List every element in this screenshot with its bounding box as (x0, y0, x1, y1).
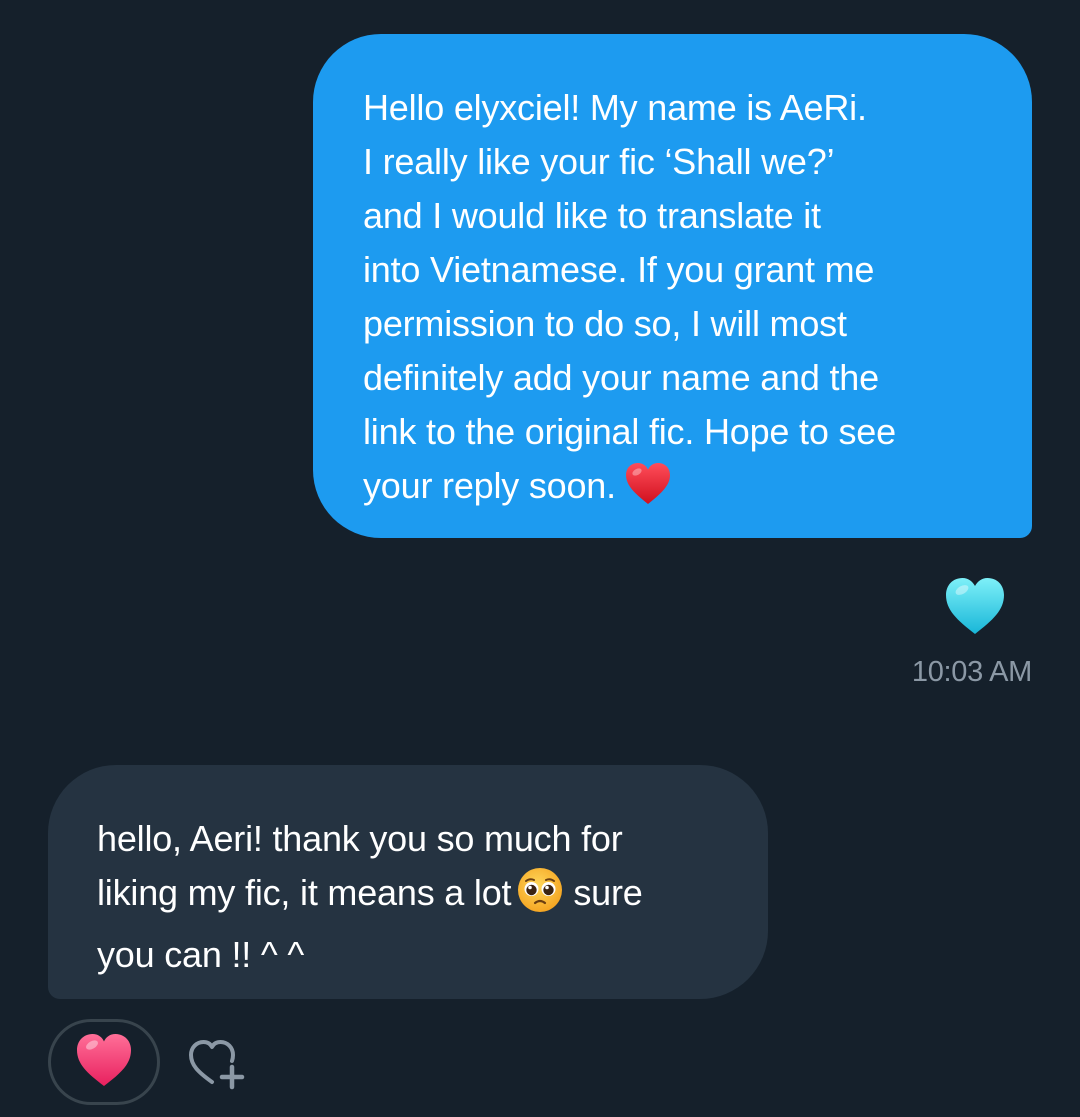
red-heart-icon (624, 462, 672, 521)
message-line-text: liking my fic, it means a lot (97, 872, 512, 913)
message-timestamp: 10:03 AM (911, 656, 1032, 688)
outgoing-message-bubble[interactable]: Hello elyxciel! My name is AeRi. I reall… (313, 34, 1032, 538)
add-reaction-icon[interactable] (186, 1036, 256, 1092)
message-line: Hello elyxciel! My name is AeRi. (363, 87, 867, 128)
message-line: and I would like to translate it (363, 195, 821, 236)
message-line-text: sure (573, 872, 643, 913)
message-line: you can !! ^ ^ (97, 934, 305, 975)
message-line-last: your reply soon. (363, 459, 1012, 521)
reaction-pill[interactable] (48, 1019, 160, 1105)
message-line: I really like your fic ‘Shall we?’ (363, 141, 835, 182)
pleading-face-icon (517, 867, 563, 928)
pink-heart-icon (74, 1032, 134, 1093)
message-line: hello, Aeri! thank you so much for (97, 818, 623, 859)
message-line: link to the original fic. Hope to see (363, 411, 896, 452)
light-blue-heart-icon[interactable] (943, 576, 1007, 636)
message-line: permission to do so, I will most (363, 303, 847, 344)
incoming-message-bubble[interactable]: hello, Aeri! thank you so much for likin… (48, 765, 768, 999)
message-line: definitely add your name and the (363, 357, 879, 398)
message-line: liking my fic, it means a lot sure (97, 866, 748, 928)
message-line-text: your reply soon. (363, 465, 616, 506)
message-line: into Vietnamese. If you grant me (363, 249, 875, 290)
